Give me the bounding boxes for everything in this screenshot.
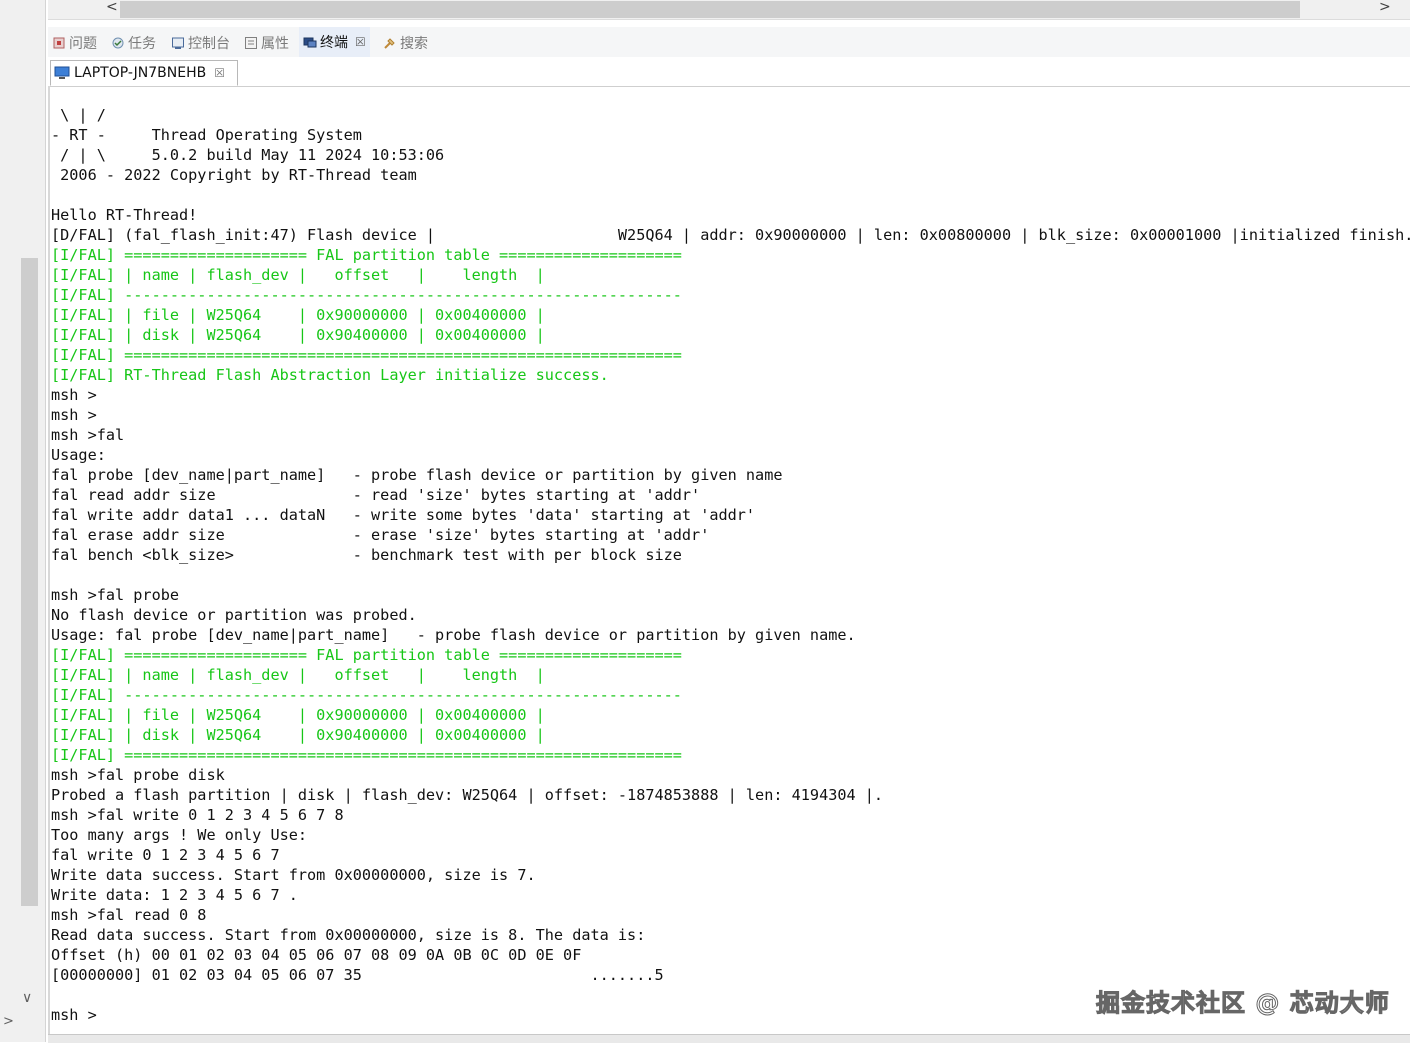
- terminal-line: - RT - Thread Operating System: [51, 126, 362, 144]
- terminal-line: [I/FAL] | disk | W25Q64 | 0x90400000 | 0…: [51, 726, 545, 744]
- terminal-line: fal write addr data1 ... dataN - write s…: [51, 506, 756, 524]
- terminal-line: Usage:: [51, 446, 106, 464]
- terminal-line: [I/FAL] --------------------------------…: [51, 686, 682, 704]
- terminal-session-tab[interactable]: LAPTOP-JN7BNEHB ☒: [50, 60, 238, 86]
- tab-label: 任务: [128, 36, 156, 52]
- terminal-line: [I/FAL] | disk | W25Q64 | 0x90400000 | 0…: [51, 326, 545, 344]
- terminal-line: msh >fal: [51, 426, 125, 444]
- terminal-session-label: LAPTOP-JN7BNEHB: [74, 65, 207, 81]
- tab-search[interactable]: 搜索: [383, 32, 428, 54]
- terminal-line: fal bench <blk_size> - benchmark test wi…: [51, 546, 682, 564]
- tab-terminal[interactable]: 终端 ☒: [299, 27, 370, 57]
- terminal-line: Write data: 1 2 3 4 5 6 7 .: [51, 886, 298, 904]
- tab-label: 搜索: [400, 36, 428, 52]
- terminal-line: \ | /: [51, 106, 106, 124]
- terminal-line: msh >fal read 0 8: [51, 906, 207, 924]
- vertical-scrollbar[interactable]: ∨: [20, 0, 39, 1042]
- terminal-line: [D/FAL] (fal_flash_init:47) Flash device…: [51, 226, 1410, 244]
- close-icon[interactable]: ☒: [214, 66, 225, 80]
- terminal-line: [I/FAL] ==================== FAL partiti…: [51, 646, 682, 664]
- terminal-line: msh >: [51, 1006, 97, 1024]
- terminal-line: Probed a flash partition | disk | flash_…: [51, 786, 884, 804]
- watermark: 掘金技术社区 @ 芯动大师: [1096, 989, 1390, 1018]
- tasks-icon: [112, 37, 124, 49]
- terminal-line: [I/FAL] --------------------------------…: [51, 286, 682, 304]
- terminal-icon: [303, 37, 317, 48]
- terminal-left-border: [48, 86, 50, 1034]
- terminal-line: Read data success. Start from 0x00000000…: [51, 926, 646, 944]
- problems-icon: [53, 37, 65, 49]
- tab-console[interactable]: 控制台: [171, 32, 230, 54]
- terminal-line: Usage: fal probe [dev_name|part_name] - …: [51, 626, 856, 644]
- terminal-line: fal probe [dev_name|part_name] - probe f…: [51, 466, 783, 484]
- terminal-line: [I/FAL] ================================…: [51, 746, 682, 764]
- tab-properties[interactable]: 属性: [244, 32, 289, 54]
- terminal-line: msh >: [51, 386, 97, 404]
- tab-problems[interactable]: 问题: [52, 32, 97, 54]
- scroll-down-icon[interactable]: ∨: [22, 990, 32, 1006]
- tab-label: 控制台: [188, 36, 230, 52]
- terminal-line: [I/FAL] | file | W25Q64 | 0x90000000 | 0…: [51, 306, 545, 324]
- terminal-line: [I/FAL] | name | flash_dev | offset | le…: [51, 266, 545, 284]
- search-icon: [384, 38, 395, 49]
- terminal-line: [I/FAL] RT-Thread Flash Abstraction Laye…: [51, 366, 609, 384]
- terminal-line: Hello RT-Thread!: [51, 206, 198, 224]
- scroll-right-icon[interactable]: >: [1379, 0, 1391, 15]
- terminal-line: msh >fal probe: [51, 586, 180, 604]
- terminal-session-tabs: LAPTOP-JN7BNEHB ☒: [48, 58, 1410, 87]
- tab-label: 终端: [320, 35, 348, 51]
- terminal-line: [I/FAL] | file | W25Q64 | 0x90000000 | 0…: [51, 706, 545, 724]
- tab-label: 问题: [69, 36, 97, 52]
- terminal-line: [00000000] 01 02 03 04 05 06 07 35 .....…: [51, 966, 664, 984]
- terminal-line: 2006 - 2022 Copyright by RT-Thread team: [51, 166, 417, 184]
- terminal-line: / | \ 5.0.2 build May 11 2024 10:53:06: [51, 146, 445, 164]
- terminal-line: [I/FAL] ==================== FAL partiti…: [51, 246, 682, 264]
- terminal-line: fal erase addr size - erase 'size' bytes…: [51, 526, 710, 544]
- terminal-line: [I/FAL] | name | flash_dev | offset | le…: [51, 666, 545, 684]
- terminal-line: fal read addr size - read 'size' bytes s…: [51, 486, 701, 504]
- terminal-line: [I/FAL] ================================…: [51, 346, 682, 364]
- console-icon: [172, 37, 184, 49]
- view-tab-bar: 问题 任务 控制台 属性 终端 ☒ 搜索: [48, 27, 1410, 57]
- chevron-right-icon[interactable]: >: [3, 1014, 14, 1029]
- scroll-left-icon[interactable]: <: [106, 0, 118, 15]
- terminal-line: Too many args ! We only Use:: [51, 826, 308, 844]
- terminal-line: msh >: [51, 406, 97, 424]
- horizontal-scrollbar[interactable]: < >: [48, 0, 1410, 20]
- tab-tasks[interactable]: 任务: [111, 32, 156, 54]
- properties-icon: [245, 37, 257, 49]
- monitor-icon: [54, 66, 70, 79]
- tab-label: 属性: [261, 36, 289, 52]
- close-icon[interactable]: ☒: [355, 35, 366, 49]
- terminal-line: No flash device or partition was probed.: [51, 606, 417, 624]
- vertical-scrollbar-thumb[interactable]: [21, 258, 38, 906]
- terminal-line: Offset (h) 00 01 02 03 04 05 06 07 08 09…: [51, 946, 582, 964]
- terminal-line: msh >fal write 0 1 2 3 4 5 6 7 8: [51, 806, 344, 824]
- terminal-line: fal write 0 1 2 3 4 5 6 7: [51, 846, 280, 864]
- terminal-line: Write data success. Start from 0x0000000…: [51, 866, 536, 884]
- horizontal-scrollbar-thumb[interactable]: [120, 1, 1300, 18]
- terminal-line: msh >fal probe disk: [51, 766, 225, 784]
- terminal-output[interactable]: \ | / - RT - Thread Operating System / | …: [51, 105, 1410, 1025]
